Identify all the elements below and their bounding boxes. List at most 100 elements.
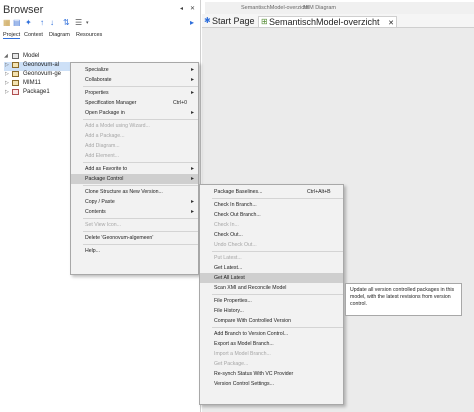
menu-item-add-as-favorite-to[interactable]: Add as Favorite to ▸ — [71, 164, 198, 174]
menu-item-label: Check Out Branch... — [214, 212, 261, 218]
expand-arrow-icon[interactable]: ▷ — [5, 80, 9, 86]
menu-item-add-a-package: Add a Package... — [71, 131, 198, 141]
menu-item-label: Version Control Settings... — [214, 381, 274, 387]
tree-item-geonovum-ge[interactable]: ▷ Geonovum-ge — [4, 71, 70, 80]
browser-toolbar: ▦ ▤ ✦ ↑ ↓ ⇅ ☰ ▾ ▸ — [0, 17, 201, 30]
menu-item-help[interactable]: Help... — [71, 246, 198, 256]
expand-arrow-icon[interactable]: ▷ — [5, 71, 9, 77]
menu-item-re-synch-status-with-vc-provider[interactable]: Re-synch Status With VC Provider — [200, 369, 343, 379]
menu-separator — [212, 294, 343, 295]
new-element-icon[interactable]: ✦ — [25, 18, 32, 27]
menu-item-get-all-latest[interactable]: Get All Latest — [200, 273, 343, 283]
menu-item-label: Properties — [85, 90, 109, 96]
menu-item-copy-paste[interactable]: Copy / Paste ▸ — [71, 197, 198, 207]
menu-item-get-package: Get Package... — [200, 359, 343, 369]
menu-item-shortcut: Ctrl+Alt+B — [307, 189, 331, 195]
pin-button[interactable]: ◂ — [180, 5, 183, 12]
menu-dropdown-icon[interactable]: ▾ — [86, 20, 89, 26]
close-tab-icon[interactable]: ✕ — [388, 20, 394, 27]
expand-arrow-icon[interactable]: ▷ — [5, 89, 9, 95]
tab-diagram[interactable]: Diagram — [49, 32, 70, 38]
menu-item-file-properties[interactable]: File Properties... — [200, 296, 343, 306]
menu-separator — [83, 185, 198, 186]
top-tab-strip: SemantischModel-overzicht MIM Diagram — [205, 2, 474, 14]
close-browser-button[interactable]: ✕ — [190, 5, 195, 12]
model-icon — [12, 53, 19, 59]
submenu-arrow-icon: ▸ — [191, 176, 195, 182]
menu-item-label: Put Latest... — [214, 255, 242, 261]
menu-item-version-control-settings[interactable]: Version Control Settings... — [200, 379, 343, 389]
menu-item-add-a-model-using-wizard: Add a Model using Wizard... — [71, 121, 198, 131]
menu-icon[interactable]: ☰ — [75, 18, 82, 27]
tree-item-model[interactable]: ◢ Model — [4, 53, 194, 62]
menu-item-scan-xmi-and-reconcile-model[interactable]: Scan XMI and Reconcile Model — [200, 283, 343, 293]
menu-item-label: Get All Latest — [214, 275, 245, 281]
menu-item-properties[interactable]: Properties ▸ — [71, 88, 198, 98]
get-all-latest-tooltip: Update all version controlled packages i… — [345, 283, 462, 316]
menu-separator — [212, 327, 343, 328]
menu-item-label: Package Baselines... — [214, 189, 263, 195]
tab-start-page[interactable]: ✱Start Page — [204, 16, 255, 27]
menu-item-clone-structure-as-new-version[interactable]: Clone Structure as New Version... — [71, 187, 198, 197]
menu-item-label: Add Element... — [85, 153, 120, 159]
menu-item-label: File History... — [214, 308, 244, 314]
menu-item-label: Copy / Paste — [85, 199, 115, 205]
menu-item-label: Add as Favorite to — [85, 166, 128, 172]
menu-item-check-out-branch[interactable]: Check Out Branch... — [200, 210, 343, 220]
menu-separator — [83, 86, 198, 87]
save-icon[interactable]: ▤ — [13, 18, 21, 27]
menu-item-specification-manager[interactable]: Specification Manager Ctrl+0 — [71, 98, 198, 108]
tab-context[interactable]: Context — [24, 32, 43, 38]
tree-item-mim11[interactable]: ▷ MIM11 — [4, 80, 70, 89]
submenu-arrow-icon: ▸ — [191, 110, 195, 116]
collapse-icon[interactable]: ◢ — [4, 53, 8, 59]
menu-item-label: Help... — [85, 248, 100, 254]
up-arrow-icon[interactable]: ↑ — [40, 18, 44, 27]
menu-item-get-latest[interactable]: Get Latest... — [200, 263, 343, 273]
new-package-icon[interactable]: ▦ — [3, 18, 11, 27]
menu-item-delete-geonovum-algemeen[interactable]: Delete 'Geonovum-algemeen' — [71, 233, 198, 243]
menu-item-label: Specialize — [85, 67, 109, 73]
package-icon — [12, 80, 19, 86]
menu-item-package-control[interactable]: Package Control ▸ — [71, 174, 198, 184]
tab-project[interactable]: Project — [3, 32, 21, 39]
menu-item-label: File Properties... — [214, 298, 252, 304]
menu-item-label: Clone Structure as New Version... — [85, 189, 163, 195]
package-icon — [12, 89, 19, 95]
menu-item-label: Check Out... — [214, 232, 243, 238]
menu-item-compare-with-controlled-version[interactable]: Compare With Controlled Version — [200, 316, 343, 326]
menu-item-collaborate[interactable]: Collaborate ▸ — [71, 75, 198, 85]
menu-separator — [83, 218, 198, 219]
menu-item-file-history[interactable]: File History... — [200, 306, 343, 316]
menu-item-label: Add a Package... — [85, 133, 125, 139]
top-tab-mim[interactable]: MIM Diagram — [303, 5, 336, 11]
submenu-arrow-icon: ▸ — [191, 90, 195, 96]
expand-icon[interactable]: ▸ — [190, 18, 194, 27]
menu-separator — [212, 198, 343, 199]
menu-item-contents[interactable]: Contents ▸ — [71, 207, 198, 217]
down-arrow-icon[interactable]: ↓ — [50, 18, 54, 27]
menu-item-label: Check In Branch... — [214, 202, 257, 208]
tree-item-geonovum-al[interactable]: ▷ Geonovum-al — [4, 62, 70, 71]
menu-item-specialize[interactable]: Specialize ▸ — [71, 65, 198, 75]
sort-icon[interactable]: ⇅ — [63, 18, 70, 27]
editor-tab-strip: ✱Start Page ⊞SemantischModel-overzicht ✕ — [202, 14, 474, 28]
tab-semantisch-model[interactable]: ⊞SemantischModel-overzicht ✕ — [258, 16, 397, 27]
menu-item-add-branch-to-version-control[interactable]: Add Branch to Version Control... — [200, 329, 343, 339]
menu-item-package-baselines[interactable]: Package Baselines... Ctrl+Alt+B — [200, 187, 343, 197]
tab-resources[interactable]: Resources — [76, 32, 102, 38]
menu-item-check-in: Check In... — [200, 220, 343, 230]
expand-arrow-icon[interactable]: ▷ — [5, 62, 9, 68]
menu-separator — [83, 162, 198, 163]
menu-item-check-out[interactable]: Check Out... — [200, 230, 343, 240]
menu-item-label: Contents — [85, 209, 106, 215]
top-tab-semantisch[interactable]: SemantischModel-overzicht — [241, 5, 309, 11]
menu-item-check-in-branch[interactable]: Check In Branch... — [200, 200, 343, 210]
menu-item-export-as-model-branch[interactable]: Export as Model Branch... — [200, 339, 343, 349]
menu-item-set-view-icon: Set View Icon... — [71, 220, 198, 230]
menu-item-open-package-in[interactable]: Open Package in ▸ — [71, 108, 198, 118]
menu-item-label: Check In... — [214, 222, 239, 228]
menu-item-label: Get Latest... — [214, 265, 243, 271]
package-icon — [12, 62, 19, 68]
tree-item-package1[interactable]: ▷ Package1 — [4, 89, 70, 98]
